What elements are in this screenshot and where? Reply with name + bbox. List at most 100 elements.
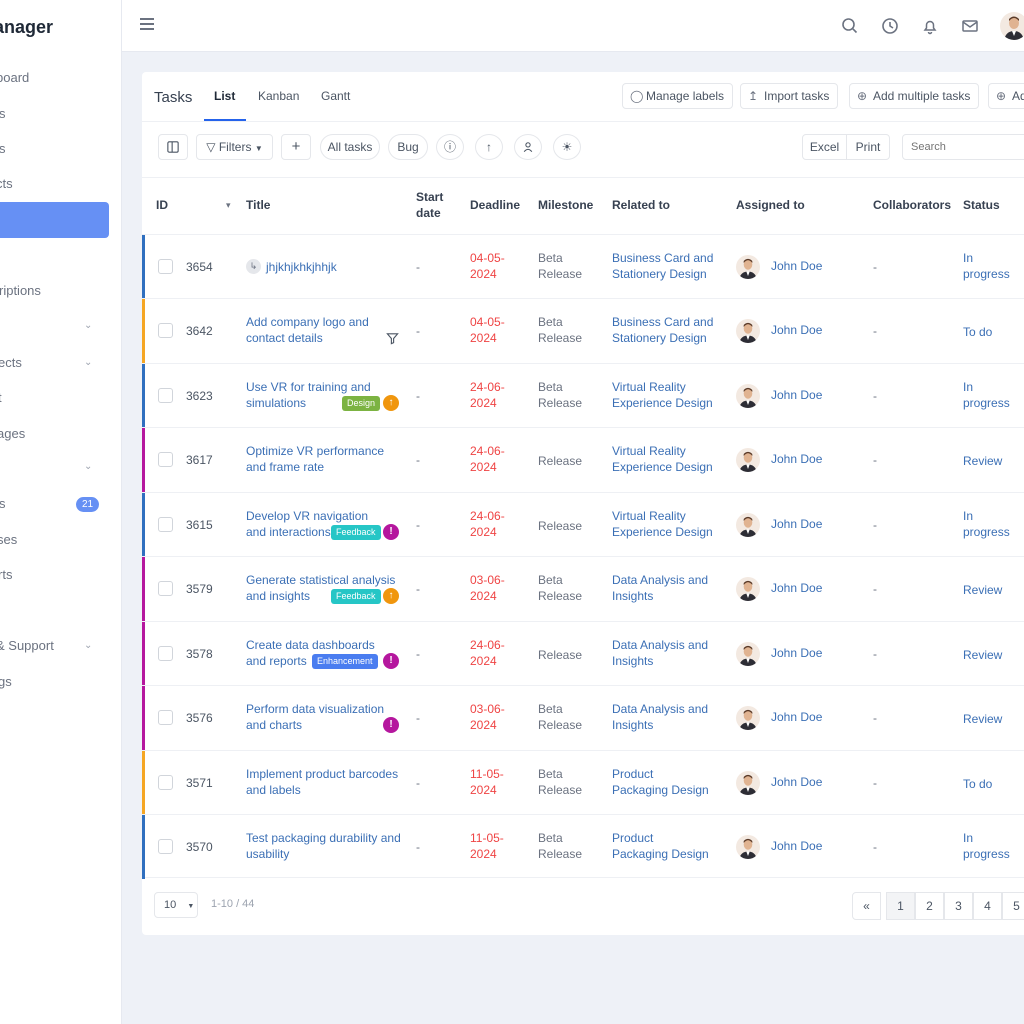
row-checkbox[interactable] — [158, 581, 173, 596]
user-avatar[interactable] — [1000, 12, 1024, 40]
status-link[interactable]: To do — [963, 776, 1023, 792]
task-title-link[interactable]: Perform data visualization and charts — [246, 701, 386, 733]
task-title-link[interactable]: Test packaging durability and usability — [246, 830, 406, 862]
row-checkbox[interactable] — [158, 452, 173, 467]
related-to-link[interactable]: Data Analysis and Insights — [612, 572, 722, 604]
column-header-related-to[interactable]: Related to — [612, 197, 670, 213]
assignee-link[interactable]: John Doe — [771, 452, 822, 466]
row-checkbox[interactable] — [158, 388, 173, 403]
row-checkbox[interactable] — [158, 775, 173, 790]
sidebar-item-dashboard[interactable]: board — [0, 60, 109, 96]
mail-icon[interactable] — [960, 16, 980, 36]
sidebar-item-messages[interactable]: ages — [0, 416, 109, 452]
status-filter[interactable]: ☀ — [553, 134, 581, 160]
table-row[interactable]: 3617 Optimize VR performance and frame r… — [142, 427, 1024, 492]
column-header-status[interactable]: Status — [963, 197, 1000, 213]
page-button-5[interactable]: 5 — [1002, 892, 1024, 920]
priority-filter[interactable]: ⓘ — [436, 134, 464, 160]
status-link[interactable]: Review — [963, 647, 1023, 663]
sidebar-item-6[interactable]: l — [0, 237, 109, 273]
sidebar-item-projects-group[interactable]: ects ⌄ — [0, 345, 109, 381]
table-row[interactable]: 3578 Create data dashboards and reports … — [142, 621, 1024, 686]
page-button-2[interactable]: 2 — [915, 892, 944, 920]
add-filter-button[interactable]: + — [281, 134, 311, 160]
column-header-milestone[interactable]: Milestone — [538, 197, 593, 213]
column-header-assigned-to[interactable]: Assigned to — [736, 197, 805, 213]
row-checkbox[interactable] — [158, 323, 173, 338]
sidebar-item-expenses[interactable]: ses — [0, 522, 109, 558]
assignee-link[interactable]: John Doe — [771, 775, 822, 789]
sidebar-item-tickets[interactable]: s 21 — [0, 486, 109, 522]
sidebar-item-reports[interactable]: rts — [0, 557, 109, 593]
sort-desc-icon[interactable]: ▾ — [226, 197, 231, 213]
page-button-1[interactable]: 1 — [886, 892, 915, 920]
page-button-4[interactable]: 4 — [973, 892, 1002, 920]
sidebar-item-3[interactable]: s — [0, 131, 109, 167]
search-input[interactable] — [902, 134, 1024, 160]
task-title-link[interactable]: jhjkhjkhkjhhjk — [266, 259, 426, 275]
tab-list[interactable]: List — [214, 89, 235, 103]
sidebar-item-12[interactable]: ⌄ — [0, 449, 109, 485]
bell-icon[interactable] — [920, 16, 940, 36]
assignee-link[interactable]: John Doe — [771, 839, 822, 853]
related-to-link[interactable]: Business Card and Stationery Design — [612, 250, 722, 282]
related-to-link[interactable]: Virtual Reality Experience Design — [612, 508, 722, 540]
related-to-link[interactable]: Product Packaging Design — [612, 830, 712, 862]
table-row[interactable]: 3642 Add company logo and contact detail… — [142, 298, 1024, 363]
tab-gantt[interactable]: Gantt — [321, 89, 350, 103]
related-to-link[interactable]: Virtual Reality Experience Design — [612, 443, 722, 475]
import-tasks-button[interactable]: ↥ Import tasks — [740, 83, 839, 109]
tab-kanban[interactable]: Kanban — [258, 89, 299, 103]
page-button-3[interactable]: 3 — [944, 892, 973, 920]
row-checkbox[interactable] — [158, 710, 173, 725]
task-title-link[interactable]: Optimize VR performance and frame rate — [246, 443, 406, 475]
assignee-link[interactable]: John Doe — [771, 517, 822, 531]
sidebar-item-subscriptions[interactable]: riptions — [0, 273, 109, 309]
status-link[interactable]: In progress — [963, 250, 1023, 282]
related-to-link[interactable]: Data Analysis and Insights — [612, 701, 722, 733]
add-multiple-tasks-button[interactable]: ⊕ Add multiple tasks — [849, 83, 980, 109]
first-page-button[interactable]: « — [852, 892, 881, 920]
sidebar-item-projects[interactable]: cts — [0, 166, 109, 202]
related-to-link[interactable]: Business Card and Stationery Design — [612, 314, 722, 346]
related-to-link[interactable]: Product Packaging Design — [612, 766, 712, 798]
column-header-deadline[interactable]: Deadline — [470, 197, 520, 213]
table-row[interactable]: 3579 Generate statistical analysis and i… — [142, 556, 1024, 621]
sidebar-item-16[interactable] — [0, 593, 109, 629]
assignee-link[interactable]: John Doe — [771, 388, 822, 402]
task-title-link[interactable]: Add company logo and contact details — [246, 314, 376, 346]
arrow-up-filter[interactable]: ↑ — [475, 134, 503, 160]
table-row[interactable]: 3570 Test packaging durability and usabi… — [142, 814, 1024, 879]
assignee-link[interactable]: John Doe — [771, 710, 822, 724]
sidebar-item-2[interactable]: s — [0, 96, 109, 132]
manage-labels-button[interactable]: ◯ Manage labels — [622, 83, 734, 109]
status-link[interactable]: Review — [963, 582, 1023, 598]
sidebar-item-10[interactable]: t — [0, 380, 109, 416]
status-link[interactable]: Review — [963, 453, 1023, 469]
row-checkbox[interactable] — [158, 646, 173, 661]
table-row[interactable]: 3623 Use VR for training and simulations… — [142, 363, 1024, 428]
excel-button[interactable]: Excel — [802, 134, 847, 160]
table-row[interactable]: 3654 ↳ jhjkhjkhkjhhjk - 04-05-2024 Beta … — [142, 234, 1024, 299]
table-row[interactable]: 3571 Implement product barcodes and labe… — [142, 750, 1024, 815]
status-link[interactable]: In progress — [963, 830, 1023, 862]
assignee-link[interactable]: John Doe — [771, 646, 822, 660]
column-header-id[interactable]: ID — [156, 197, 168, 213]
related-to-link[interactable]: Data Analysis and Insights — [612, 637, 722, 669]
add-task-button[interactable]: ⊕ Ad — [988, 83, 1024, 109]
clock-icon[interactable] — [880, 16, 900, 36]
sidebar-item-tasks-active[interactable] — [0, 202, 109, 238]
column-header-title[interactable]: Title — [246, 197, 270, 213]
sidebar-item-8[interactable]: ⌄ — [0, 308, 109, 344]
page-size-select[interactable]: 10 ▼ — [154, 892, 198, 918]
assignee-link[interactable]: John Doe — [771, 323, 822, 337]
filter-icon[interactable] — [386, 332, 399, 345]
column-header-start-date[interactable]: Start date — [416, 189, 456, 221]
status-link[interactable]: In progress — [963, 379, 1023, 411]
print-button[interactable]: Print — [846, 134, 890, 160]
related-to-link[interactable]: Virtual Reality Experience Design — [612, 379, 722, 411]
all-tasks-filter[interactable]: All tasks — [320, 134, 380, 160]
task-title-link[interactable]: Implement product barcodes and labels — [246, 766, 406, 798]
status-link[interactable]: Review — [963, 711, 1023, 727]
assignee-link[interactable]: John Doe — [771, 259, 822, 273]
